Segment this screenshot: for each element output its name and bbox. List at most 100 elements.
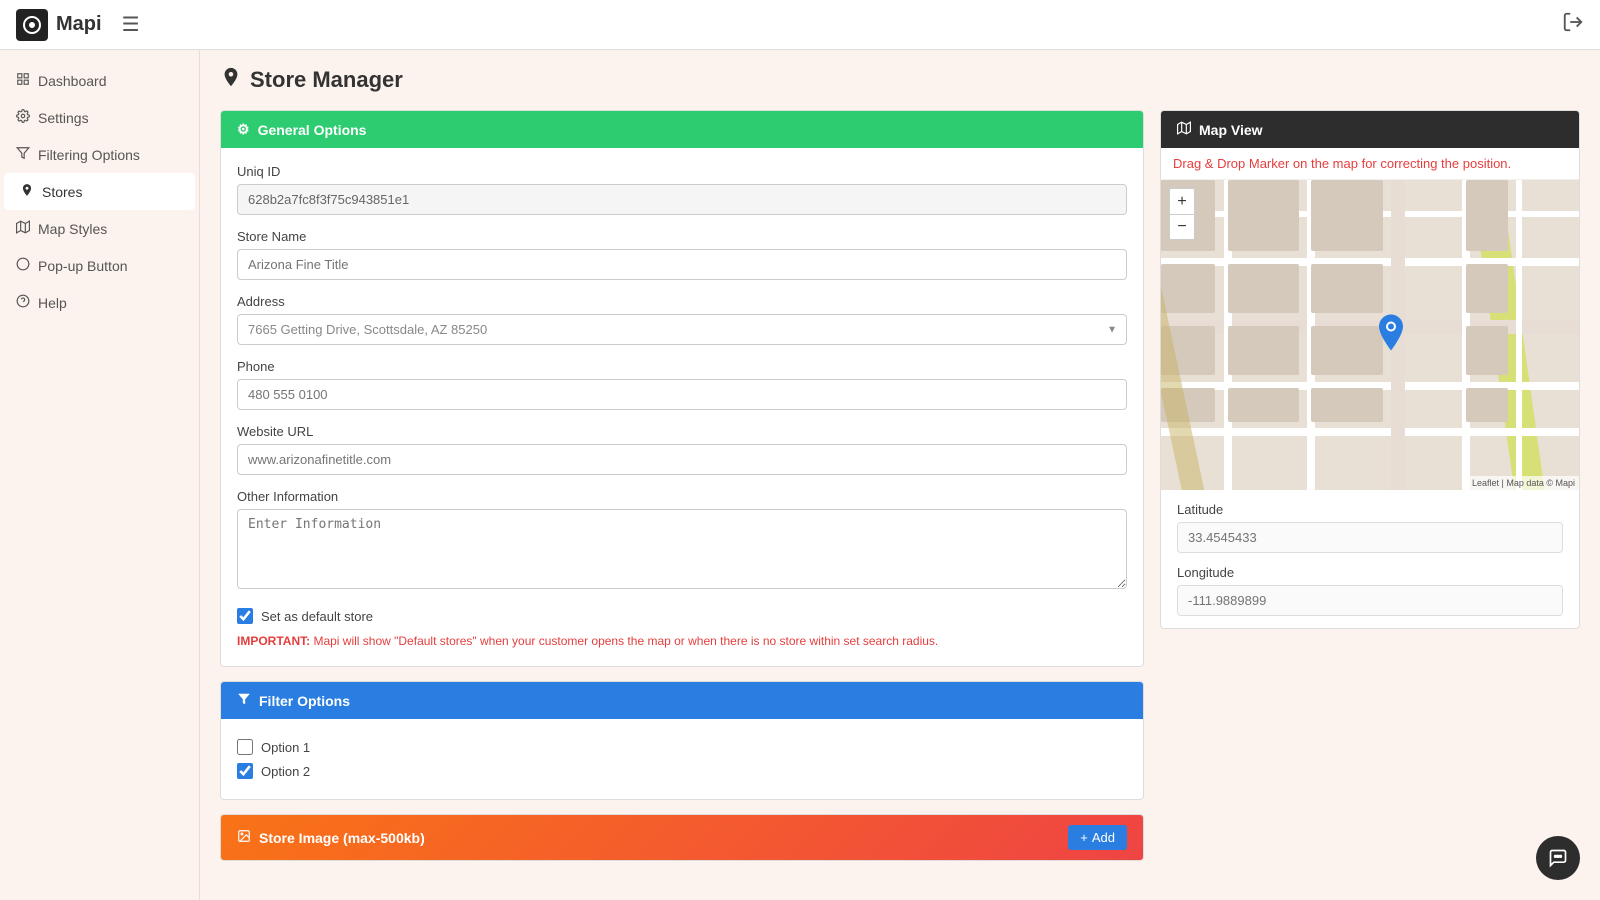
phone-label: Phone (237, 359, 1127, 374)
phone-input[interactable] (237, 379, 1127, 410)
uniq-id-label: Uniq ID (237, 164, 1127, 179)
page-title: Store Manager (220, 66, 1580, 94)
sidebar-item-popup-button[interactable]: Pop-up Button (0, 247, 199, 284)
other-info-label: Other Information (237, 489, 1127, 504)
dashboard-icon (16, 72, 30, 89)
filter-option-2-checkbox[interactable] (237, 763, 253, 779)
uniq-id-input[interactable] (237, 184, 1127, 215)
filter-options-header: Filter Options (221, 682, 1143, 719)
block13 (1161, 388, 1215, 422)
store-image-header: Store Image (max-500kb) + Add (221, 815, 1143, 860)
other-info-textarea[interactable] (237, 509, 1127, 589)
block4 (1466, 180, 1508, 251)
website-url-input[interactable] (237, 444, 1127, 475)
sidebar-item-map-styles[interactable]: Map Styles (0, 210, 199, 247)
block3 (1311, 180, 1382, 251)
address-select[interactable]: 7665 Getting Drive, Scottsdale, AZ 85250 (237, 314, 1127, 345)
store-image-icon (237, 829, 251, 846)
filter-option-1: Option 1 (237, 735, 1127, 759)
map-marker[interactable] (1379, 315, 1403, 356)
block11 (1311, 326, 1382, 376)
hamburger-button[interactable]: ☰ (122, 12, 140, 37)
add-icon: + (1080, 830, 1088, 845)
sidebar-item-stores-label: Stores (42, 184, 82, 200)
uniq-id-group: Uniq ID (237, 164, 1127, 215)
chat-widget[interactable] (1536, 836, 1580, 880)
address-select-wrapper: 7665 Getting Drive, Scottsdale, AZ 85250 (237, 314, 1127, 345)
filter-options-title: Filter Options (259, 693, 350, 709)
sidebar-item-stores[interactable]: Stores (4, 173, 195, 210)
general-options-icon: ⚙ (237, 121, 250, 138)
map-view-icon (1177, 121, 1191, 138)
map-drag-hint: Drag & Drop Marker on the map for correc… (1161, 148, 1579, 180)
map-street-v5 (1516, 180, 1522, 490)
sidebar-item-help[interactable]: Help (0, 284, 199, 321)
store-name-group: Store Name (237, 229, 1127, 280)
map-container[interactable]: + − Leaflet | Map data © Mapi (1161, 180, 1579, 490)
sidebar-item-settings-label: Settings (38, 110, 89, 126)
general-options-panel: ⚙ General Options Uniq ID Store Name (220, 110, 1144, 667)
longitude-label: Longitude (1177, 565, 1563, 580)
brand-name: Mapi (56, 13, 102, 36)
website-url-group: Website URL (237, 424, 1127, 475)
block2 (1228, 180, 1299, 251)
default-store-group: Set as default store (237, 608, 1127, 624)
logo-icon (16, 9, 48, 41)
add-button-label: Add (1092, 830, 1115, 845)
block7 (1311, 264, 1382, 314)
website-url-label: Website URL (237, 424, 1127, 439)
filtering-options-icon (16, 146, 30, 163)
block6 (1228, 264, 1299, 314)
sidebar-item-filtering-options-label: Filtering Options (38, 147, 140, 163)
stores-icon (20, 183, 34, 200)
map-styles-icon (16, 220, 30, 237)
block9 (1161, 326, 1215, 376)
address-label: Address (237, 294, 1127, 309)
important-prefix: IMPORTANT: (237, 634, 310, 648)
sidebar-item-dashboard-label: Dashboard (38, 73, 107, 89)
sidebar-item-map-styles-label: Map Styles (38, 221, 107, 237)
latitude-section: Latitude Longitude (1161, 490, 1579, 628)
default-store-checkbox[interactable] (237, 608, 253, 624)
filter-options-panel: Filter Options Option 1 Option 2 (220, 681, 1144, 800)
map-controls: + − (1169, 188, 1195, 240)
general-options-title: General Options (258, 122, 367, 138)
filter-option-1-label: Option 1 (261, 740, 310, 755)
block10 (1228, 326, 1299, 376)
map-attribution: Leaflet | Map data © Mapi (1468, 476, 1579, 490)
latitude-label: Latitude (1177, 502, 1563, 517)
zoom-out-button[interactable]: − (1169, 214, 1195, 240)
filter-option-1-checkbox[interactable] (237, 739, 253, 755)
filter-option-2: Option 2 (237, 759, 1127, 783)
default-store-label: Set as default store (261, 609, 373, 624)
page-title-icon (220, 66, 242, 94)
sidebar-item-settings[interactable]: Settings (0, 99, 199, 136)
phone-group: Phone (237, 359, 1127, 410)
block16 (1466, 388, 1508, 422)
settings-icon (16, 109, 30, 126)
zoom-in-button[interactable]: + (1169, 188, 1195, 214)
important-note: IMPORTANT: Mapi will show "Default store… (237, 632, 1127, 650)
sidebar-item-help-label: Help (38, 295, 67, 311)
map-view-panel: Map View Drag & Drop Marker on the map f… (1160, 110, 1580, 629)
longitude-input[interactable] (1177, 585, 1563, 616)
logout-button[interactable] (1562, 11, 1584, 39)
sidebar: Dashboard Settings Filtering Options Sto… (0, 50, 200, 900)
latitude-input[interactable] (1177, 522, 1563, 553)
store-name-input[interactable] (237, 249, 1127, 280)
map-view-header: Map View (1161, 111, 1579, 148)
popup-button-icon (16, 257, 30, 274)
block5 (1161, 264, 1215, 314)
page-title-text: Store Manager (250, 67, 403, 93)
store-image-panel: Store Image (max-500kb) + Add (220, 814, 1144, 861)
general-options-header: ⚙ General Options (221, 111, 1143, 148)
sidebar-item-dashboard[interactable]: Dashboard (0, 62, 199, 99)
other-info-group: Other Information (237, 489, 1127, 594)
add-image-button[interactable]: + Add (1068, 825, 1127, 850)
block8 (1466, 264, 1508, 314)
sidebar-item-filtering-options[interactable]: Filtering Options (0, 136, 199, 173)
block12 (1466, 326, 1508, 376)
filter-options-icon (237, 692, 251, 709)
help-icon (16, 294, 30, 311)
block14 (1228, 388, 1299, 422)
